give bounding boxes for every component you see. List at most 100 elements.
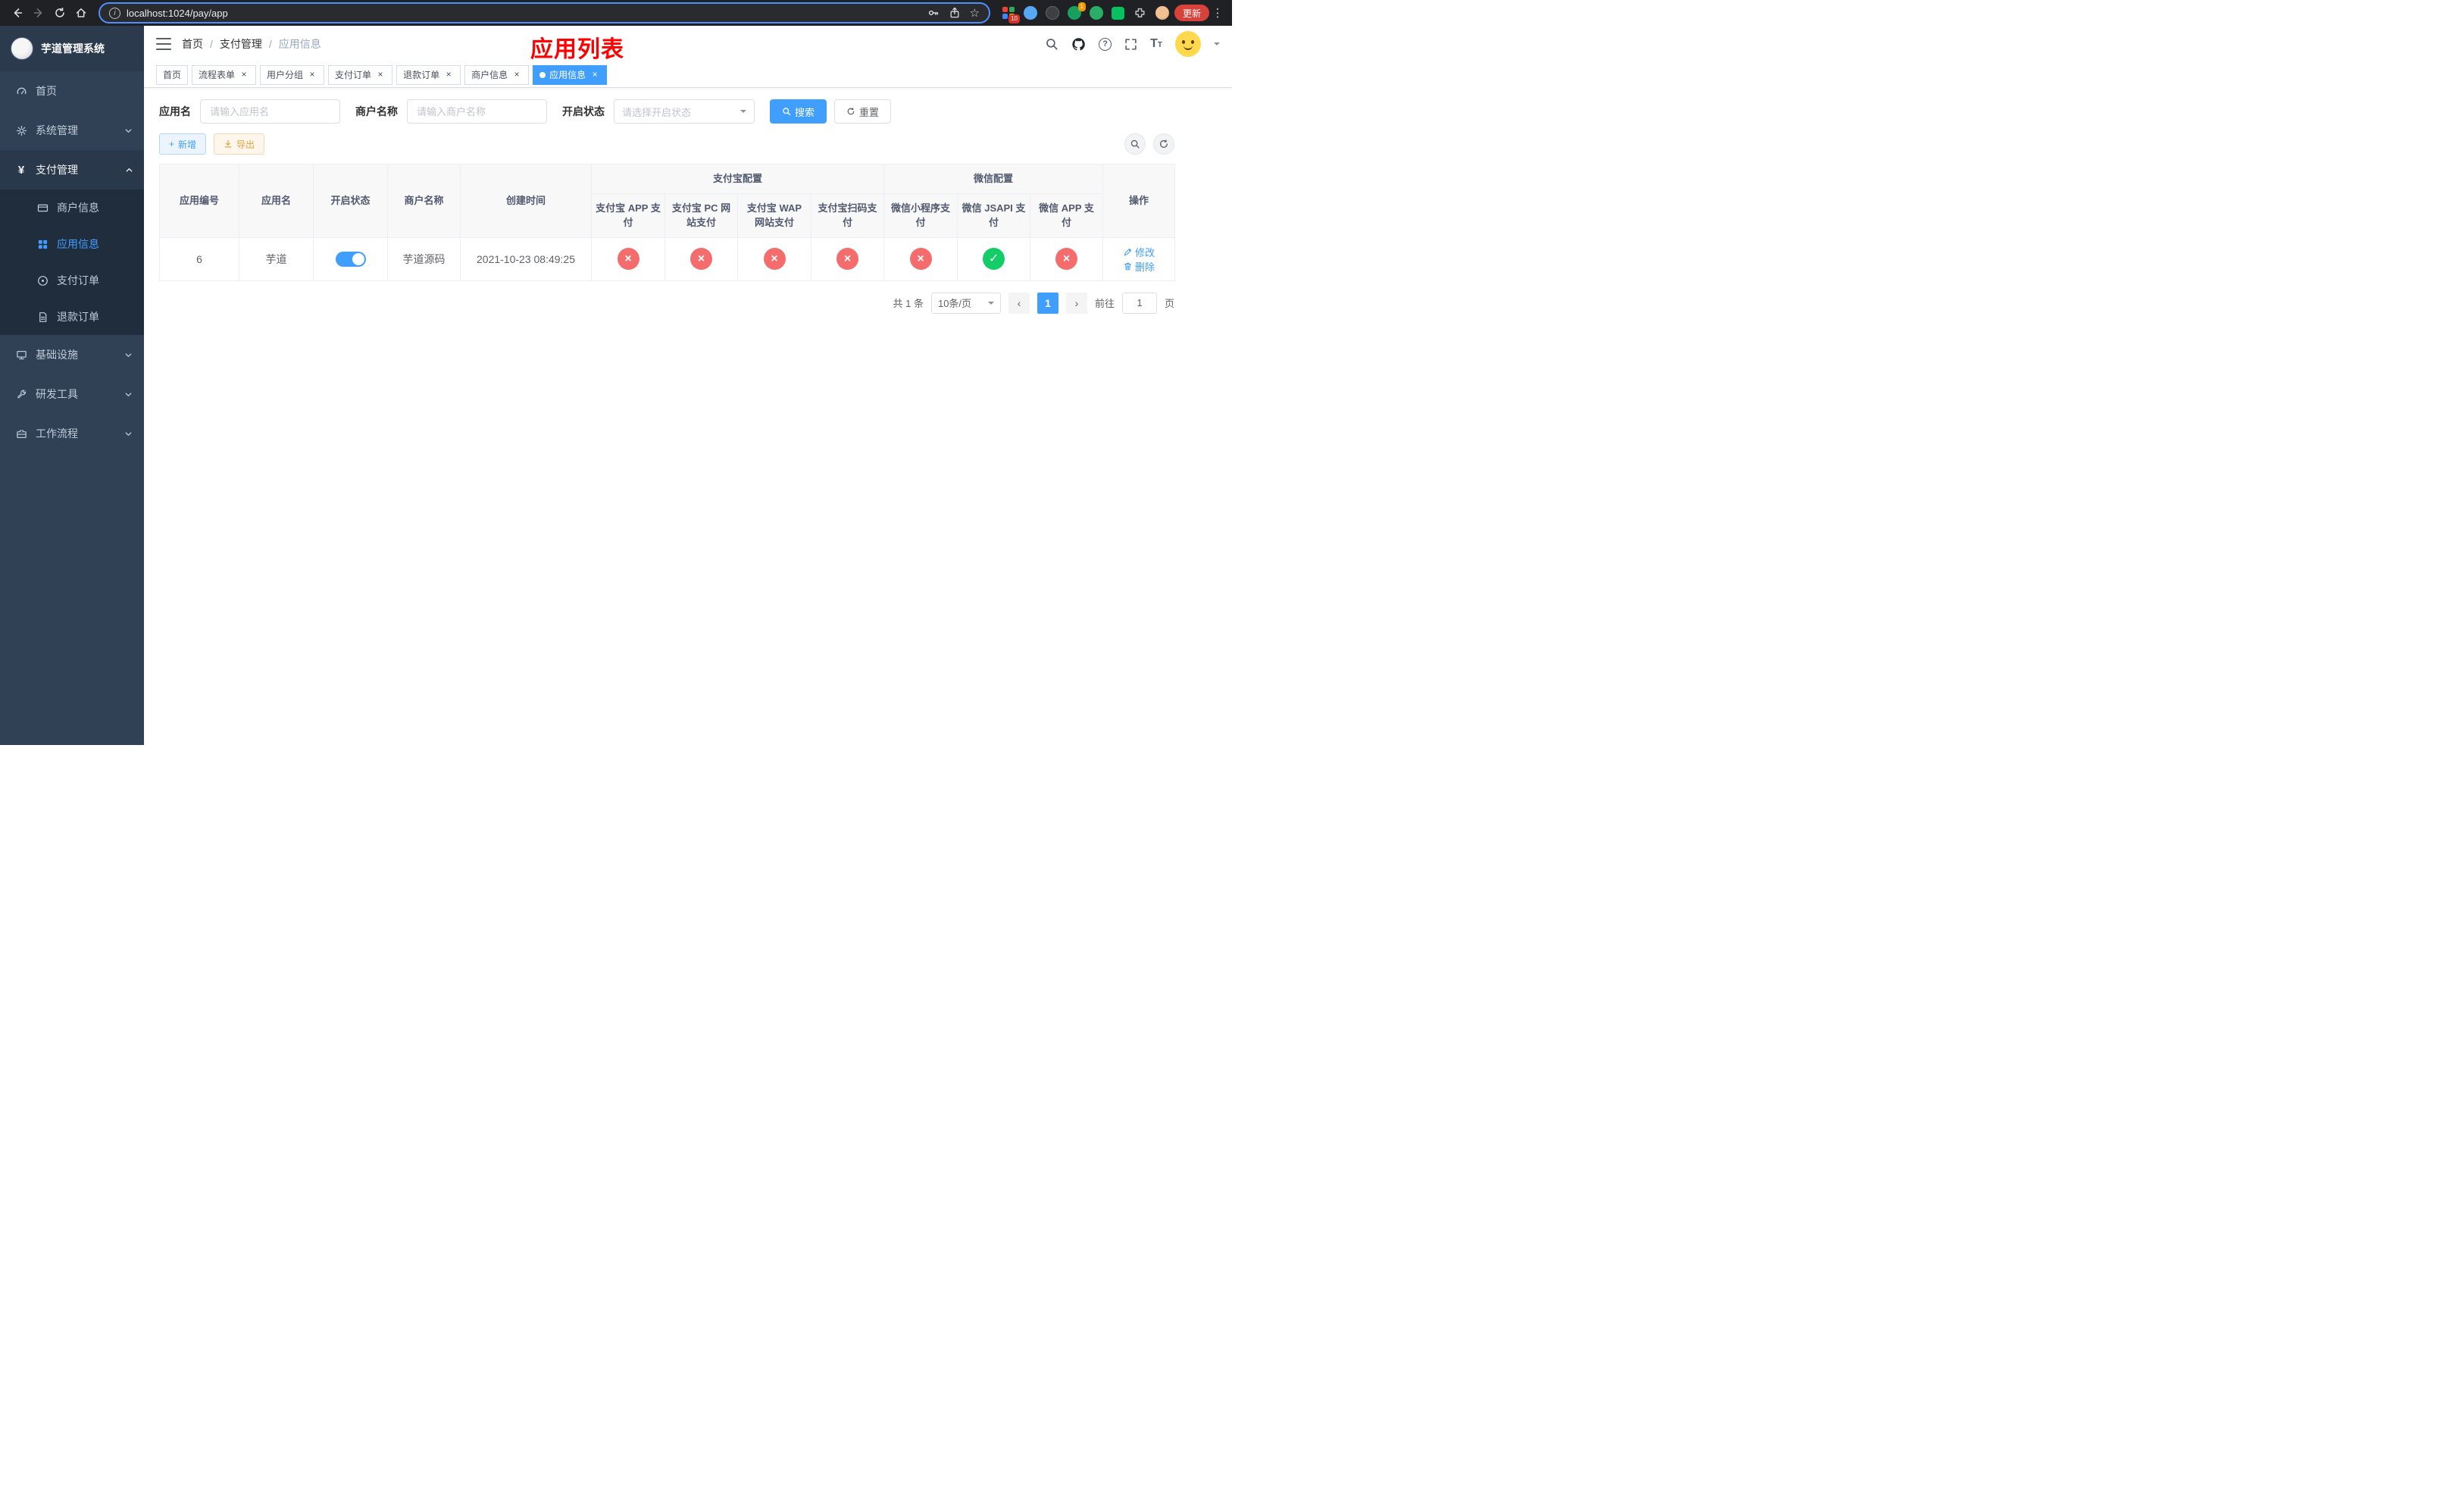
extension-grid-icon[interactable]: 10: [1001, 5, 1020, 23]
delete-button[interactable]: 删除: [1123, 259, 1155, 274]
wechat-extension-icon[interactable]: [1089, 5, 1104, 20]
col-wechat-jsapi: 微信 JSAPI 支付: [957, 193, 1031, 238]
github-icon[interactable]: [1071, 37, 1086, 52]
page-size-select[interactable]: 10条/页: [930, 292, 1001, 314]
password-key-icon[interactable]: [927, 7, 940, 19]
sidebar-item-payment[interactable]: ¥ 支付管理: [0, 150, 144, 189]
sidebar-item-infrastructure[interactable]: 基础设施: [0, 335, 144, 374]
tab-home[interactable]: 首页: [156, 64, 189, 85]
col-app-name: 应用名: [239, 164, 314, 238]
app-name-label: 应用名: [159, 105, 191, 117]
tab-merchant-info[interactable]: 商户信息 ×: [464, 64, 530, 85]
sidebar-item-dev-tools[interactable]: 研发工具: [0, 374, 144, 414]
col-app-id: 应用编号: [159, 164, 239, 238]
sidebar-item-workflow[interactable]: 工作流程: [0, 414, 144, 453]
extensions-puzzle-icon[interactable]: [1133, 5, 1148, 20]
add-button[interactable]: + 新增: [159, 133, 207, 155]
monitor-icon: [15, 349, 27, 361]
tab-user-group[interactable]: 用户分组 ×: [260, 64, 325, 85]
breadcrumb: 首页 / 支付管理 / 应用信息: [182, 36, 321, 52]
col-alipay-wap: 支付宝 WAP 网站支付: [737, 193, 811, 238]
chevron-down-icon: [124, 127, 133, 135]
home-icon[interactable]: [71, 3, 91, 23]
sidebar-item-system[interactable]: 系统管理: [0, 111, 144, 150]
cell-alipay-wap: ×: [737, 236, 811, 281]
breadcrumb-home[interactable]: 首页: [182, 36, 203, 52]
breadcrumb-payment[interactable]: 支付管理: [220, 36, 262, 52]
font-size-icon[interactable]: TT: [1150, 38, 1162, 50]
sidebar-item-refund-order[interactable]: 退款订单: [0, 299, 144, 335]
user-avatar[interactable]: [1175, 31, 1201, 57]
cell-merchant-name: 芋道源码: [387, 236, 461, 281]
help-icon[interactable]: ?: [1099, 37, 1112, 51]
close-icon[interactable]: ×: [589, 69, 600, 80]
search-icon[interactable]: [1045, 37, 1058, 51]
url-bar[interactable]: i localhost:1024/pay/app ☆: [98, 2, 990, 23]
hamburger-icon[interactable]: [156, 38, 171, 50]
cell-alipay-app: ×: [591, 236, 665, 281]
extension-green-square-icon[interactable]: [1111, 5, 1126, 20]
fullscreen-icon[interactable]: [1124, 38, 1137, 51]
close-icon[interactable]: ×: [511, 69, 522, 80]
pagination: 共 1 条 10条/页 ‹ 1 › 前往 页: [159, 292, 1174, 314]
sidebar-item-merchant-info[interactable]: 商户信息: [0, 189, 144, 226]
next-page-button[interactable]: ›: [1065, 292, 1087, 314]
app-title: 芋道管理系统: [41, 42, 105, 55]
sidebar-item-app-info[interactable]: 应用信息: [0, 226, 144, 262]
header-actions: ? TT: [1045, 31, 1220, 57]
caret-down-icon[interactable]: [1214, 42, 1220, 49]
sidebar-item-home[interactable]: 首页: [0, 71, 144, 111]
screen: i localhost:1024/pay/app ☆ 10 1 更新 ⋮ 芋道管…: [0, 0, 1232, 745]
goto-page-input[interactable]: [1121, 292, 1157, 314]
tab-process-form[interactable]: 流程表单 ×: [192, 64, 257, 85]
close-icon[interactable]: ×: [239, 69, 249, 80]
col-alipay-pc: 支付宝 PC 网站支付: [664, 193, 738, 238]
col-wechat-lite: 微信小程序支付: [883, 193, 958, 238]
refresh-icon[interactable]: [50, 3, 70, 23]
sidebar-item-label: 支付订单: [57, 274, 99, 286]
refresh-table-button[interactable]: [1153, 133, 1174, 155]
extension-leaf-icon[interactable]: 1: [1067, 2, 1086, 20]
browser-profile-avatar[interactable]: [1155, 5, 1170, 20]
prev-page-button[interactable]: ‹: [1008, 292, 1030, 314]
share-icon[interactable]: [949, 7, 961, 19]
col-actions: 操作: [1102, 164, 1176, 238]
close-icon[interactable]: ×: [375, 69, 386, 80]
yen-icon: ¥: [17, 163, 25, 177]
app-table: 应用编号 应用名 开启状态 商户名称 创建时间 支付宝配置 微信配置 操作 支付…: [159, 164, 1176, 281]
app-frame: 芋道管理系统 首页 系统管理 ¥ 支付管理 商户信息 应用信息 支付订单 退款订…: [0, 26, 1232, 745]
browser-menu-icon[interactable]: ⋮: [1211, 6, 1224, 20]
sidebar-item-label: 基础设施: [36, 349, 78, 361]
chevron-up-icon: [124, 166, 133, 174]
bookmark-star-icon[interactable]: ☆: [970, 8, 980, 19]
status-toggle[interactable]: [335, 251, 366, 267]
extension-drop-icon[interactable]: [1023, 5, 1038, 20]
tab-refund-order[interactable]: 退款订单 ×: [396, 64, 461, 85]
extension-dark-icon[interactable]: [1045, 5, 1060, 20]
sidebar-item-pay-order[interactable]: 支付订单: [0, 262, 144, 299]
payment-submenu: 商户信息 应用信息 支付订单 退款订单: [0, 189, 144, 335]
status-select[interactable]: 请选择开启状态: [614, 99, 755, 124]
update-button[interactable]: 更新: [1174, 5, 1209, 21]
tab-pay-order[interactable]: 支付订单 ×: [328, 64, 393, 85]
close-icon[interactable]: ×: [443, 69, 454, 80]
toggle-search-button[interactable]: [1124, 133, 1146, 155]
back-icon[interactable]: [8, 3, 27, 23]
page-1-button[interactable]: 1: [1037, 292, 1058, 314]
merchant-name-input[interactable]: [407, 99, 547, 124]
site-info-icon[interactable]: i: [109, 7, 120, 19]
tab-app-info[interactable]: 应用信息 ×: [533, 64, 608, 85]
app-name-input[interactable]: [200, 99, 340, 124]
cell-alipay-pc: ×: [664, 236, 738, 281]
export-button[interactable]: 导出: [214, 133, 265, 155]
reset-button[interactable]: 重置: [834, 99, 892, 124]
status-icon: ✓: [983, 248, 1005, 270]
status-icon: ×: [617, 248, 639, 270]
briefcase-icon: [15, 427, 27, 440]
forward-icon[interactable]: [29, 3, 48, 23]
edit-button[interactable]: 修改: [1123, 245, 1155, 259]
close-icon[interactable]: ×: [307, 69, 317, 80]
sidebar-logo[interactable]: 芋道管理系统: [0, 26, 144, 71]
search-button[interactable]: 搜索: [770, 99, 827, 124]
status-icon: ×: [1055, 248, 1078, 270]
